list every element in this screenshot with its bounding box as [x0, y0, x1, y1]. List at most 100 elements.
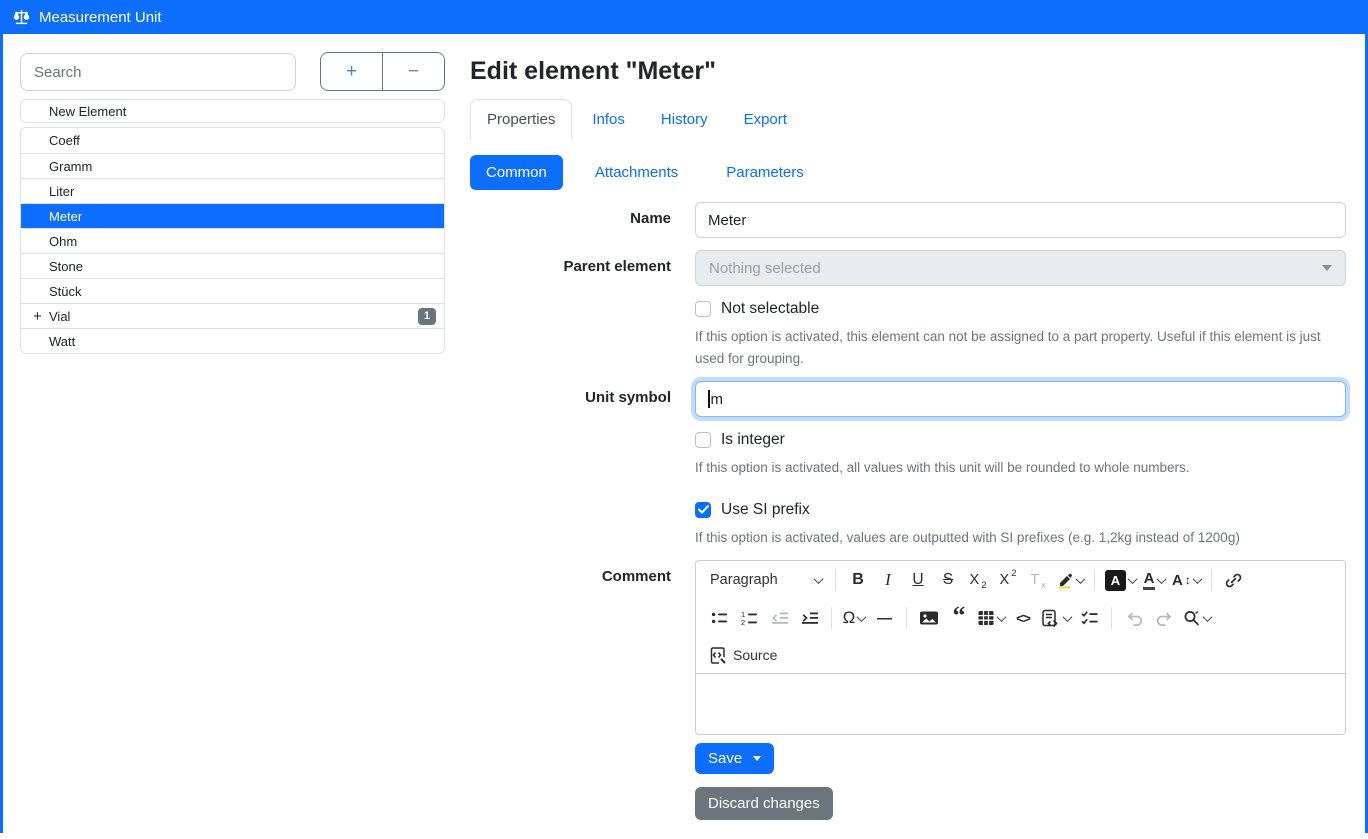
- subtab-parameters[interactable]: Parameters: [710, 155, 820, 190]
- source-button[interactable]: Source: [704, 641, 783, 669]
- strikethrough-icon: S: [943, 571, 953, 589]
- font-size-button[interactable]: A ↕: [1169, 565, 1204, 595]
- chevron-down-icon: [1322, 265, 1332, 271]
- numbered-list-button[interactable]: 1 2: [734, 603, 764, 633]
- name-field[interactable]: [695, 202, 1346, 238]
- plus-icon: +: [346, 61, 357, 83]
- indent-button[interactable]: [794, 603, 824, 633]
- find-replace-icon: [1182, 609, 1201, 627]
- editor-toolbar-row-2: 1 2: [696, 599, 1345, 637]
- chevron-down-icon: [1128, 574, 1138, 584]
- list-item[interactable]: Stück: [21, 278, 444, 303]
- italic-icon: I: [885, 570, 891, 590]
- editor-content-area[interactable]: [696, 674, 1345, 734]
- remove-format-button[interactable]: Tx: [1023, 565, 1053, 595]
- list-item[interactable]: Coeff: [21, 128, 444, 153]
- subtab-common[interactable]: Common: [470, 155, 563, 190]
- subtab-bar: Common Attachments Parameters: [470, 155, 1346, 190]
- remove-format-icon: T: [1030, 572, 1039, 588]
- parent-element-select[interactable]: Nothing selected: [695, 250, 1346, 286]
- link-button[interactable]: [1219, 565, 1249, 595]
- block-quote-button[interactable]: “: [944, 603, 974, 633]
- highlighter-icon: [1056, 571, 1074, 589]
- code-block-button[interactable]: [1038, 603, 1074, 633]
- image-icon: [919, 609, 939, 627]
- chevron-down-icon: [1192, 574, 1202, 584]
- tab-properties[interactable]: Properties: [470, 99, 572, 140]
- not-selectable-help: If this option is activated, this elemen…: [695, 326, 1346, 369]
- bold-button[interactable]: B: [843, 565, 873, 595]
- special-characters-button[interactable]: Ω: [839, 603, 869, 633]
- discard-changes-button[interactable]: Discard changes: [695, 787, 833, 820]
- inline-code-button[interactable]: <>: [1008, 603, 1038, 633]
- unit-symbol-label: Unit symbol: [470, 381, 671, 548]
- todo-list-button[interactable]: [1074, 603, 1104, 633]
- not-selectable-checkbox[interactable]: [695, 301, 711, 317]
- chevron-down-icon: [1203, 612, 1213, 622]
- dropdown-caret-icon[interactable]: [753, 756, 761, 761]
- list-item[interactable]: Watt: [21, 328, 444, 353]
- tab-history[interactable]: History: [645, 99, 724, 140]
- tab-infos[interactable]: Infos: [576, 99, 641, 140]
- tree-toolbar: + −: [320, 52, 445, 91]
- list-item-label: Ohm: [49, 234, 77, 249]
- svg-text:2: 2: [741, 618, 745, 627]
- unit-symbol-value: m: [711, 391, 724, 408]
- table-icon: [977, 609, 995, 627]
- list-item-selected[interactable]: Meter: [21, 203, 444, 228]
- font-background-icon: A: [1105, 570, 1126, 591]
- paragraph-dropdown-label: Paragraph: [710, 572, 778, 588]
- expand-node-icon[interactable]: +: [33, 308, 42, 325]
- toolbar-separator: [1094, 569, 1095, 591]
- check-icon: [698, 505, 709, 514]
- subscript-small: 2: [981, 580, 986, 591]
- list-item-new-element[interactable]: New Element: [21, 100, 444, 122]
- subscript-button[interactable]: X2: [963, 565, 993, 595]
- highlight-button[interactable]: [1053, 565, 1087, 595]
- app-title: Measurement Unit: [39, 9, 162, 26]
- underline-button[interactable]: U: [903, 565, 933, 595]
- list-item-label: Stone: [49, 259, 83, 274]
- bulleted-list-button[interactable]: [704, 603, 734, 633]
- list-item[interactable]: Liter: [21, 178, 444, 203]
- save-button[interactable]: Save: [695, 743, 774, 774]
- list-item[interactable]: Ohm: [21, 228, 444, 253]
- unit-symbol-field[interactable]: m: [695, 381, 1346, 417]
- chevron-down-icon: [814, 574, 824, 584]
- code-block-icon: [1041, 609, 1061, 628]
- comment-label: Comment: [470, 560, 671, 820]
- paragraph-dropdown[interactable]: Paragraph: [704, 565, 828, 595]
- search-input[interactable]: [20, 53, 296, 91]
- list-item-label: Gramm: [49, 159, 92, 174]
- expand-all-button[interactable]: +: [321, 53, 382, 90]
- chevron-down-icon: [997, 612, 1007, 622]
- list-item[interactable]: Gramm: [21, 153, 444, 178]
- use-si-prefix-checkbox[interactable]: [695, 502, 711, 518]
- font-background-button[interactable]: A: [1102, 565, 1139, 595]
- collapse-all-button[interactable]: −: [382, 53, 444, 90]
- editor-toolbar-row-3: Source: [696, 637, 1345, 674]
- remove-format-small: x: [1041, 580, 1046, 591]
- subscript-icon: X: [970, 572, 980, 588]
- insert-table-button[interactable]: [974, 603, 1008, 633]
- list-item-label: Meter: [49, 209, 82, 224]
- bold-icon: B: [852, 571, 864, 589]
- superscript-button[interactable]: X2: [993, 565, 1023, 595]
- outdent-button[interactable]: [764, 603, 794, 633]
- horizontal-line-button[interactable]: ―: [869, 603, 899, 633]
- list-item[interactable]: + Vial 1: [21, 303, 444, 328]
- italic-button[interactable]: I: [873, 565, 903, 595]
- edit-form: Name Parent element Nothing selected Not…: [470, 202, 1346, 820]
- undo-button[interactable]: [1119, 603, 1149, 633]
- find-and-replace-button[interactable]: [1179, 603, 1214, 633]
- insert-image-button[interactable]: [914, 603, 944, 633]
- tab-export[interactable]: Export: [728, 99, 803, 140]
- strikethrough-button[interactable]: S: [933, 565, 963, 595]
- underline-icon: U: [912, 571, 923, 589]
- redo-button[interactable]: [1149, 603, 1179, 633]
- toolbar-separator: [906, 607, 907, 629]
- subtab-attachments[interactable]: Attachments: [579, 155, 694, 190]
- is-integer-checkbox[interactable]: [695, 432, 711, 448]
- list-item[interactable]: Stone: [21, 253, 444, 278]
- font-color-button[interactable]: A: [1139, 565, 1169, 595]
